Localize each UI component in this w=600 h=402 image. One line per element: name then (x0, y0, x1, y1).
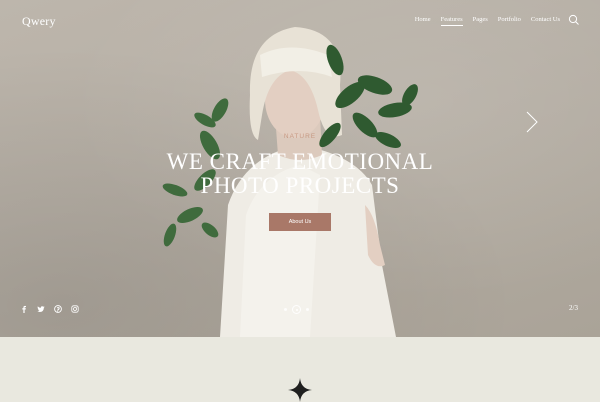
site-logo[interactable]: Qwery (22, 14, 56, 29)
chevron-right-icon[interactable] (524, 110, 540, 134)
search-icon[interactable] (568, 14, 580, 26)
next-section (0, 337, 600, 402)
slide-category: NATURE (283, 133, 317, 140)
nav-item-pages[interactable]: Pages (473, 16, 488, 26)
hero-slider: Qwery Home Features Pages Portfolio Cont… (0, 0, 600, 337)
slide-dot-1[interactable] (284, 308, 287, 311)
nav-item-features[interactable]: Features (440, 16, 463, 26)
about-us-button[interactable]: About Us (269, 213, 331, 231)
slide-dot-3[interactable] (306, 308, 309, 311)
pinterest-icon[interactable] (54, 305, 62, 313)
slide-counter: 2/3 (569, 304, 578, 312)
nav-item-contact[interactable]: Contact Us (531, 16, 560, 26)
hero-headline-line1: WE CRAFT EMOTIONAL (166, 149, 434, 174)
facebook-icon[interactable] (20, 305, 28, 313)
instagram-icon[interactable] (71, 305, 79, 313)
nav-item-portfolio[interactable]: Portfolio (498, 16, 521, 26)
social-links (20, 305, 79, 313)
nav-item-home[interactable]: Home (415, 16, 431, 26)
twitter-icon[interactable] (37, 305, 45, 313)
slide-dot-2[interactable] (292, 305, 301, 314)
hero-headline: WE CRAFT EMOTIONAL PHOTO PROJECTS (0, 150, 600, 198)
header: Qwery Home Features Pages Portfolio Cont… (0, 0, 600, 44)
slider-pagination (284, 305, 309, 314)
hero-headline-line2: PHOTO PROJECTS (200, 173, 400, 198)
main-nav: Home Features Pages Portfolio Contact Us (415, 16, 560, 26)
sparkle-star-icon (288, 378, 312, 402)
